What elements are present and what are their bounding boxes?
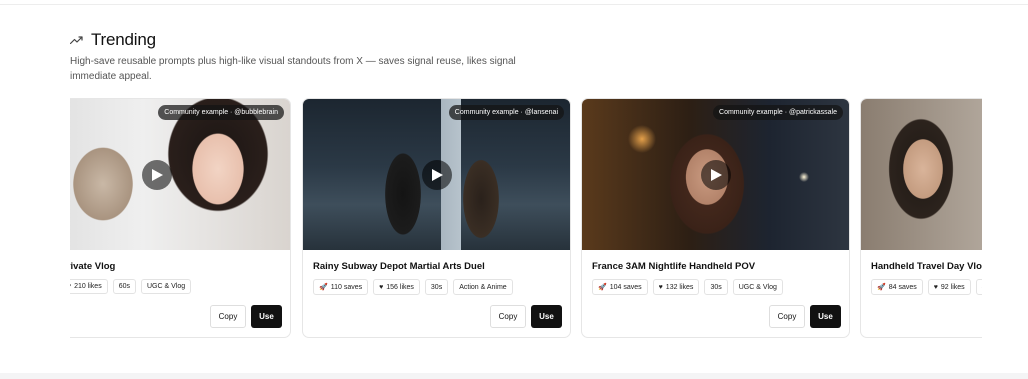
prompt-card[interactable]: Community example · @bubblebrain e Idol …	[70, 98, 291, 338]
use-button[interactable]: Use	[810, 305, 841, 328]
duration-tag: 30	[975, 279, 982, 295]
community-badge: Community example · @lansenai	[448, 105, 564, 120]
card-tags: 🚀 110 saves ♥ 156 likes 30s Action & Anime	[313, 279, 513, 295]
play-button[interactable]	[700, 159, 731, 190]
section-header: Trending	[70, 30, 156, 50]
heart-icon: ♥	[379, 283, 384, 291]
likes-count: ♥ 156 likes	[373, 279, 420, 295]
use-button[interactable]: Use	[251, 305, 282, 328]
trending-carousel[interactable]: Community example · @bubblebrain e Idol …	[70, 98, 982, 340]
community-badge: Community example · @patrickassale	[713, 105, 843, 120]
top-divider	[0, 4, 1028, 5]
copy-button[interactable]: Copy	[210, 305, 246, 328]
heart-icon: ♥	[658, 283, 663, 291]
heart-icon: ♥	[70, 283, 71, 290]
section-description: High-save reusable prompts plus high-lik…	[70, 56, 516, 82]
category-tag: UGC & Vlog	[732, 279, 783, 295]
card-tags: ves ♥210 likes 60s UGC & Vlog	[70, 279, 192, 294]
saves-count: 🚀 84 saves	[871, 279, 923, 295]
video-thumbnail[interactable]	[861, 99, 982, 250]
prompt-card[interactable]: Community example · @lansenai Rainy Subw…	[302, 98, 571, 338]
card-title: Handheld Travel Day Vlog	[871, 261, 982, 272]
video-thumbnail[interactable]: Community example · @lansenai	[303, 99, 570, 250]
video-thumbnail[interactable]: Community example · @patrickassale	[582, 99, 849, 250]
card-title: Rainy Subway Depot Martial Arts Duel	[313, 261, 485, 272]
use-button[interactable]: Use	[531, 305, 562, 328]
rocket-icon: 🚀	[598, 284, 607, 291]
play-button[interactable]	[141, 159, 172, 190]
play-icon	[152, 168, 163, 181]
likes-count: ♥ 132 likes	[652, 279, 700, 295]
category-tag: Action & Anime	[453, 279, 513, 295]
card-title: France 3AM Nightlife Handheld POV	[592, 261, 756, 272]
duration-tag: 30s	[424, 279, 449, 295]
saves-count: 🚀 104 saves	[592, 279, 648, 295]
likes-count: ♥210 likes	[70, 279, 108, 294]
trend-up-icon	[70, 36, 83, 45]
category-tag: UGC & Vlog	[141, 279, 192, 294]
prompt-card[interactable]: Handheld Travel Day Vlog 🚀 84 saves ♥ 92 l…	[860, 98, 982, 338]
section-title: Trending	[91, 30, 156, 49]
play-icon	[711, 168, 722, 181]
heart-icon: ♥	[933, 283, 938, 291]
copy-button[interactable]: Copy	[490, 305, 526, 328]
community-badge: Community example · @bubblebrain	[158, 105, 284, 120]
copy-button[interactable]: Copy	[769, 305, 805, 328]
likes-count: ♥ 92 likes	[927, 279, 971, 295]
bottom-divider	[0, 373, 1028, 379]
prompt-card[interactable]: Community example · @patrickassale Franc…	[581, 98, 850, 338]
duration-tag: 30s	[704, 279, 728, 295]
video-thumbnail[interactable]: Community example · @bubblebrain	[70, 99, 290, 250]
card-title: e Idol Private Vlog	[70, 261, 116, 272]
rocket-icon: 🚀	[877, 284, 886, 291]
duration-tag: 60s	[112, 279, 136, 294]
rocket-icon: 🚀	[319, 284, 328, 291]
saves-count: 🚀 110 saves	[313, 279, 369, 295]
play-icon	[432, 168, 443, 181]
play-button[interactable]	[421, 159, 452, 190]
card-tags: 🚀84 saves ♥92 likes 30	[871, 279, 982, 295]
card-tags: 🚀 104 saves ♥ 132 likes 30s UGC & Vlog	[592, 279, 783, 295]
